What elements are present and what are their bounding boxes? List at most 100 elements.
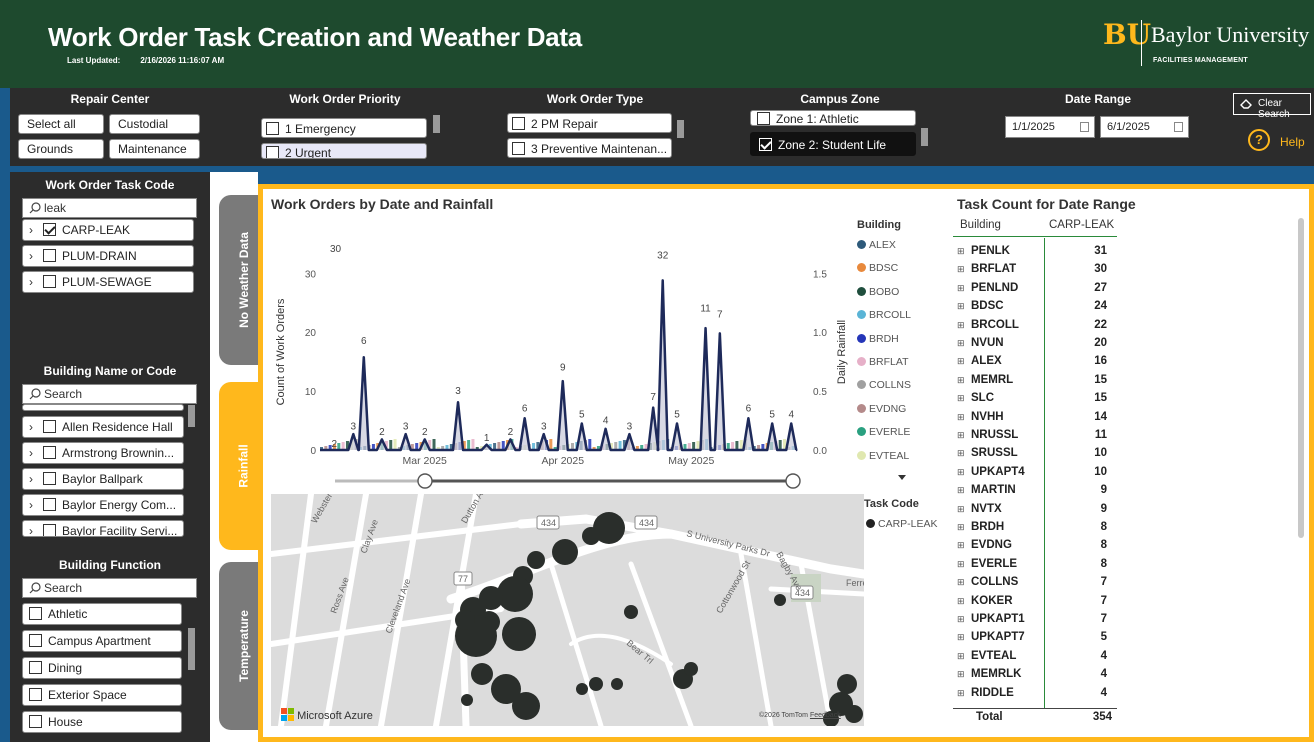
checkbox-checked-icon[interactable] xyxy=(43,223,56,236)
repair-center-custodial[interactable]: Custodial xyxy=(109,114,200,134)
table-row[interactable]: ⊞ BRCOLL 22 xyxy=(953,319,1113,337)
table-row[interactable]: ⊞ EVTEAL 4 xyxy=(953,650,1113,668)
expand-plus-icon[interactable]: ⊞ xyxy=(957,448,965,459)
expand-chevron-icon[interactable]: › xyxy=(29,420,43,434)
expand-plus-icon[interactable]: ⊞ xyxy=(957,246,965,257)
function-scrollbar[interactable] xyxy=(188,628,195,670)
expand-plus-icon[interactable]: ⊞ xyxy=(957,688,965,699)
checkbox-icon[interactable] xyxy=(43,420,56,433)
repair-center-select-all[interactable]: Select all xyxy=(18,114,104,134)
expand-plus-icon[interactable]: ⊞ xyxy=(957,504,965,515)
checkbox-icon[interactable] xyxy=(43,524,56,536)
table-row[interactable]: ⊞ COLLNS 7 xyxy=(953,576,1113,594)
date-end-input[interactable]: 6/1/2025 xyxy=(1100,116,1189,138)
slider-handle-start[interactable] xyxy=(417,473,433,489)
calendar-icon[interactable] xyxy=(1174,122,1183,132)
legend-item-collns[interactable]: COLLNS xyxy=(857,379,911,391)
checkbox-icon[interactable] xyxy=(512,142,525,155)
checkbox-icon[interactable] xyxy=(43,249,56,262)
clear-search-button[interactable]: Clear Search xyxy=(1233,93,1311,120)
repair-center-grounds[interactable]: Grounds xyxy=(18,139,104,159)
legend-item-bobo[interactable]: BOBO xyxy=(857,286,899,298)
expand-plus-icon[interactable]: ⊞ xyxy=(957,522,965,533)
priority-emergency[interactable]: 1 Emergency xyxy=(261,118,427,138)
table-row[interactable]: ⊞ SRUSSL 10 xyxy=(953,447,1113,465)
legend-item-evdng[interactable]: EVDNG xyxy=(857,403,906,415)
table-row[interactable]: ⊞ UPKAPT4 10 xyxy=(953,466,1113,484)
function-item[interactable]: Exterior Space xyxy=(22,684,182,706)
checkbox-icon[interactable] xyxy=(29,607,42,620)
expand-plus-icon[interactable]: ⊞ xyxy=(957,393,965,404)
expand-chevron-icon[interactable]: › xyxy=(29,524,43,536)
date-range-slider[interactable] xyxy=(330,473,805,489)
expand-plus-icon[interactable]: ⊞ xyxy=(957,301,965,312)
table-row[interactable]: ⊞ MARTIN 9 xyxy=(953,484,1113,502)
table-row[interactable]: ⊞ BDSC 24 xyxy=(953,300,1113,318)
function-search[interactable]: Search xyxy=(22,578,197,598)
table-row[interactable]: ⊞ PENLND 27 xyxy=(953,282,1113,300)
rainfall-chart[interactable]: Count of Work Orders Daily Rainfall 0 10 2… xyxy=(268,212,854,492)
type-pm-repair[interactable]: 2 PM Repair xyxy=(507,113,672,133)
table-row[interactable]: ⊞ UPKAPT1 7 xyxy=(953,613,1113,631)
checkbox-icon[interactable] xyxy=(266,146,279,158)
function-item[interactable]: Athletic xyxy=(22,603,182,625)
calendar-icon[interactable] xyxy=(1080,122,1089,132)
building-item[interactable]: › Baylor Ballpark xyxy=(22,468,184,490)
feedback-link[interactable]: Feedback xyxy=(810,712,841,719)
building-item[interactable]: › Allen Residence Hall xyxy=(22,416,184,438)
function-item[interactable]: Campus Apartment xyxy=(22,630,182,652)
checkbox-icon[interactable] xyxy=(29,661,42,674)
zone-scrollbar[interactable] xyxy=(921,128,928,146)
expand-chevron-icon[interactable]: › xyxy=(29,249,43,263)
building-search[interactable]: Search xyxy=(22,384,197,404)
task-code-item[interactable]: › PLUM-DRAIN xyxy=(22,245,194,267)
checkbox-icon[interactable] xyxy=(43,275,56,288)
expand-plus-icon[interactable]: ⊞ xyxy=(957,283,965,294)
task-code-item[interactable]: › PLUM-SEWAGE xyxy=(22,271,194,293)
legend-item-everle[interactable]: EVERLE xyxy=(857,426,910,438)
checkbox-icon[interactable] xyxy=(512,117,525,130)
expand-plus-icon[interactable]: ⊞ xyxy=(957,375,965,386)
checkbox-icon[interactable] xyxy=(29,688,42,701)
table-row[interactable]: ⊞ KOKER 7 xyxy=(953,595,1113,613)
legend-item-brflat[interactable]: BRFLAT xyxy=(857,356,908,368)
table-row[interactable]: ⊞ PENLK 31 xyxy=(953,245,1113,263)
expand-plus-icon[interactable]: ⊞ xyxy=(957,596,965,607)
type-preventive[interactable]: 3 Preventive Maintenan... xyxy=(507,138,672,158)
expand-chevron-icon[interactable]: › xyxy=(29,446,43,460)
legend-item-brcoll[interactable]: BRCOLL xyxy=(857,309,911,321)
expand-plus-icon[interactable]: ⊞ xyxy=(957,485,965,496)
priority-urgent[interactable]: 2 Urgent xyxy=(261,143,427,159)
expand-plus-icon[interactable]: ⊞ xyxy=(957,669,965,680)
zone-student-life[interactable]: Zone 2: Student Life xyxy=(750,132,916,156)
expand-plus-icon[interactable]: ⊞ xyxy=(957,559,965,570)
expand-plus-icon[interactable]: ⊞ xyxy=(957,540,965,551)
type-scrollbar[interactable] xyxy=(677,120,684,138)
table-row[interactable]: ⊞ RIDDLE 4 xyxy=(953,687,1113,705)
slider-handle-end[interactable] xyxy=(785,473,801,489)
expand-plus-icon[interactable]: ⊞ xyxy=(957,412,965,423)
expand-plus-icon[interactable]: ⊞ xyxy=(957,577,965,588)
expand-plus-icon[interactable]: ⊞ xyxy=(957,338,965,349)
checkbox-checked-icon[interactable] xyxy=(759,138,772,151)
table-row[interactable]: ⊞ EVERLE 8 xyxy=(953,558,1113,576)
legend-item-brdh[interactable]: BRDH xyxy=(857,333,899,345)
expand-plus-icon[interactable]: ⊞ xyxy=(957,356,965,367)
checkbox-icon[interactable] xyxy=(266,122,279,135)
legend-item-bdsc[interactable]: BDSC xyxy=(857,262,898,274)
task-code-search[interactable]: leak xyxy=(22,198,197,218)
expand-plus-icon[interactable]: ⊞ xyxy=(957,614,965,625)
legend-item-evteal[interactable]: EVTEAL xyxy=(857,450,909,462)
table-col-carp-leak[interactable]: CARP-LEAK xyxy=(1049,219,1114,231)
checkbox-icon[interactable] xyxy=(43,498,56,511)
expand-chevron-icon[interactable]: › xyxy=(29,498,43,512)
expand-plus-icon[interactable]: ⊞ xyxy=(957,430,965,441)
table-row[interactable]: ⊞ MEMRL 15 xyxy=(953,374,1113,392)
building-item[interactable]: › Baylor Facility Servi... xyxy=(22,520,184,537)
expand-plus-icon[interactable]: ⊞ xyxy=(957,264,965,275)
table-col-building[interactable]: Building xyxy=(960,219,1001,231)
checkbox-icon[interactable] xyxy=(29,634,42,647)
expand-plus-icon[interactable]: ⊞ xyxy=(957,651,965,662)
building-item-partial[interactable] xyxy=(22,404,184,411)
table-scrollbar[interactable] xyxy=(1298,218,1304,538)
